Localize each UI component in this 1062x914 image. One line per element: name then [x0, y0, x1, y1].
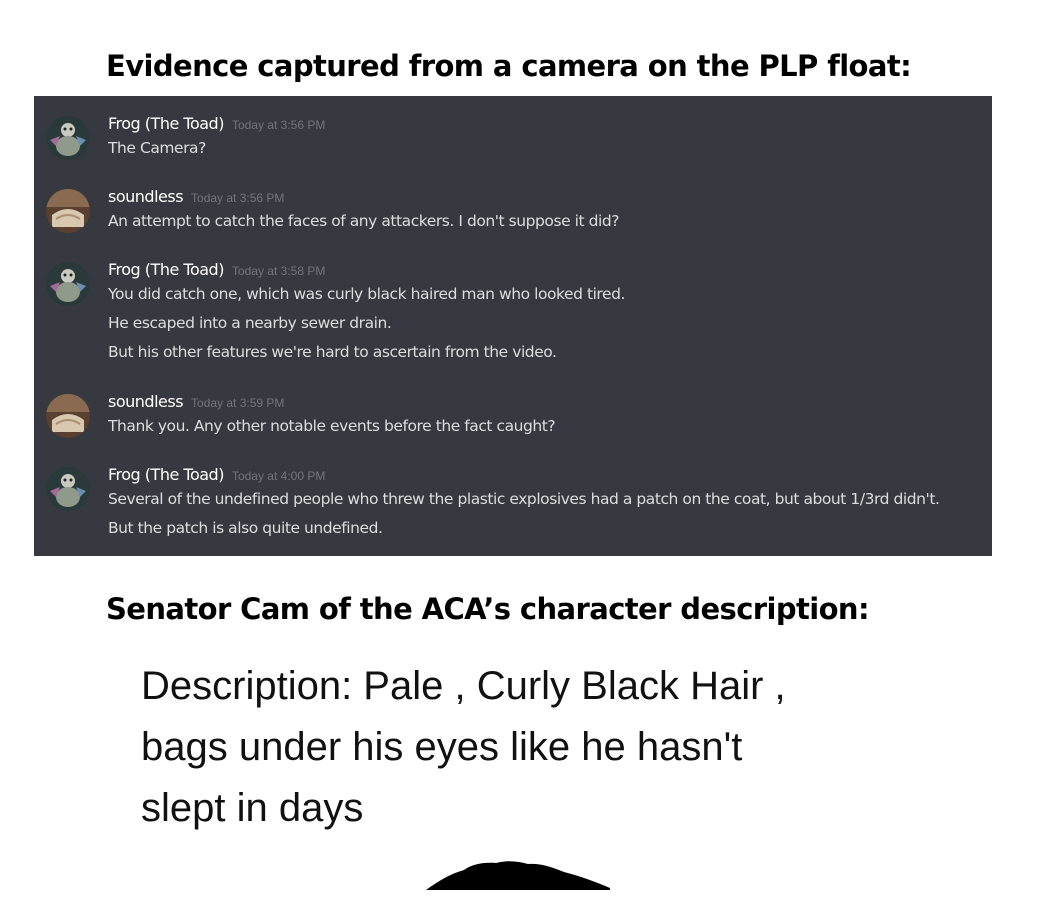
frog-avatar-icon[interactable] — [46, 467, 90, 511]
username[interactable]: soundless — [108, 187, 184, 206]
timestamp: Today at 3:56 PM — [191, 191, 285, 205]
hair-silhouette-image — [420, 858, 620, 895]
timestamp: Today at 4:00 PM — [231, 469, 326, 483]
frog-avatar-icon[interactable] — [46, 262, 90, 306]
username[interactable]: soundless — [108, 392, 184, 411]
message-header: Frog (The Toad) Today at 4:00 PM — [108, 465, 325, 486]
soundless-avatar-icon[interactable] — [46, 189, 90, 233]
username[interactable]: Frog (The Toad) — [108, 114, 224, 133]
timestamp: Today at 3:59 PM — [191, 396, 285, 410]
chat-screenshot: Frog (The Toad) Today at 3:56 PM The Came… — [34, 96, 992, 556]
soundless-avatar-icon[interactable] — [46, 394, 90, 438]
username[interactable]: Frog (The Toad) — [108, 260, 224, 279]
description-line: bags under his eyes like he hasn't — [141, 725, 743, 769]
message-text: Thank you. Any other notable events befo… — [108, 417, 556, 435]
message-text: The Camera? — [108, 139, 206, 157]
timestamp: Today at 3:56 PM — [231, 118, 326, 132]
username[interactable]: Frog (The Toad) — [108, 465, 224, 484]
message-header: Frog (The Toad) Today at 3:56 PM — [108, 114, 325, 135]
evidence-heading: Evidence captured from a camera on the P… — [106, 49, 912, 83]
character-description: Description: Pale , Curly Black Hair , b… — [141, 656, 901, 839]
character-description-heading: Senator Cam of the ACA’s character descr… — [106, 592, 870, 626]
message-text: You did catch one, which was curly black… — [108, 285, 625, 303]
frog-avatar-icon[interactable] — [46, 116, 90, 160]
message-header: Frog (The Toad) Today at 3:58 PM — [108, 260, 325, 281]
message-text: But the patch is also quite undefined. — [108, 519, 383, 537]
description-line: Description: Pale , Curly Black Hair , — [141, 664, 786, 708]
message-text: An attempt to catch the faces of any att… — [108, 212, 620, 230]
description-line: slept in days — [141, 786, 364, 830]
message-text: But his other features we're hard to asc… — [108, 343, 557, 361]
message-text: Several of the undefined people who thre… — [108, 490, 940, 508]
message-text: He escaped into a nearby sewer drain. — [108, 314, 392, 332]
message-header: soundless Today at 3:56 PM — [108, 187, 284, 208]
timestamp: Today at 3:58 PM — [231, 264, 326, 278]
message-header: soundless Today at 3:59 PM — [108, 392, 284, 413]
